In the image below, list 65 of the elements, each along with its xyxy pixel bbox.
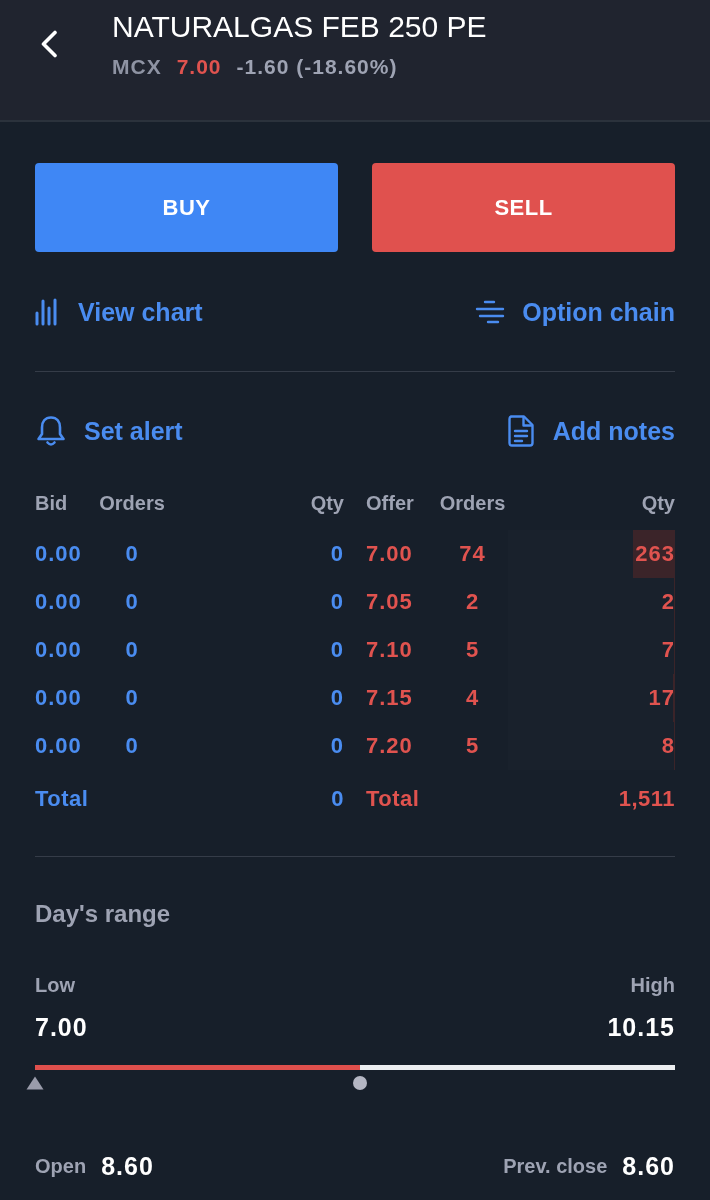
table-cell: 263 bbox=[635, 541, 675, 567]
table-cell: 0.00 bbox=[35, 541, 82, 567]
column-header: Orders bbox=[439, 491, 506, 515]
table-cell: 5 bbox=[465, 733, 480, 759]
back-icon[interactable] bbox=[40, 30, 58, 58]
table-cell: 0 bbox=[125, 685, 139, 711]
table-cell: 0.00 bbox=[35, 733, 82, 759]
buy-button[interactable]: BUY bbox=[35, 163, 338, 252]
table-cell: 0 bbox=[330, 637, 344, 663]
lines-icon bbox=[475, 300, 506, 324]
table-cell: 0 bbox=[125, 541, 139, 567]
table-cell: 2 bbox=[661, 589, 675, 615]
table-cell: 7.10 bbox=[366, 637, 413, 663]
bar-chart-icon bbox=[35, 298, 57, 326]
high-label: High bbox=[630, 973, 675, 997]
column-header: Qty bbox=[310, 491, 344, 515]
table-cell: 17 bbox=[648, 685, 675, 711]
table-cell: 0.00 bbox=[35, 637, 82, 663]
table-cell: 74 bbox=[459, 541, 486, 567]
stat-label: Open bbox=[35, 1154, 87, 1178]
circle-marker-icon bbox=[353, 1076, 368, 1090]
total-value: 0 bbox=[331, 786, 344, 812]
column-header: Bid bbox=[35, 491, 68, 515]
bell-icon bbox=[35, 415, 67, 447]
price-change: -1.60 (-18.60%) bbox=[236, 55, 398, 79]
table-cell: 0 bbox=[330, 589, 344, 615]
table-cell: 0 bbox=[125, 589, 139, 615]
table-cell: 7 bbox=[661, 637, 675, 663]
option-chain-link[interactable]: Option chain bbox=[475, 297, 675, 327]
exchange-label: MCX bbox=[112, 55, 162, 79]
table-cell: 7.00 bbox=[366, 541, 413, 567]
set-alert-link[interactable]: Set alert bbox=[35, 415, 183, 447]
stat-value: 8.60 bbox=[622, 1151, 675, 1181]
column-header: Orders bbox=[99, 491, 165, 515]
instrument-title: NATURALGAS FEB 250 PE bbox=[112, 9, 487, 45]
table-cell: 7.15 bbox=[366, 685, 413, 711]
stat-value: 8.60 bbox=[101, 1151, 154, 1181]
column-header: Offer bbox=[366, 491, 414, 515]
column-header: Qty bbox=[641, 491, 675, 515]
table-cell: 7.05 bbox=[366, 589, 413, 615]
table-cell: 0 bbox=[330, 733, 344, 759]
high-value: 10.15 bbox=[607, 1012, 675, 1042]
table-cell: 0 bbox=[125, 637, 139, 663]
table-cell: 7.20 bbox=[366, 733, 413, 759]
view-chart-link[interactable]: View chart bbox=[35, 297, 203, 327]
table-cell: 0.00 bbox=[35, 685, 82, 711]
table-cell: 4 bbox=[465, 685, 480, 711]
stat-label: Prev. close bbox=[503, 1154, 608, 1178]
table-cell: 0 bbox=[125, 733, 139, 759]
low-label: Low bbox=[35, 973, 75, 997]
table-cell: 0.00 bbox=[35, 589, 82, 615]
sell-button[interactable]: SELL bbox=[372, 163, 675, 252]
add-notes-link[interactable]: Add notes bbox=[507, 415, 675, 447]
low-value: 7.00 bbox=[35, 1012, 88, 1042]
total-label: Total bbox=[35, 786, 89, 812]
table-cell: 2 bbox=[465, 589, 480, 615]
total-value: 1,511 bbox=[618, 786, 675, 812]
table-cell: 8 bbox=[661, 733, 675, 759]
table-cell: 5 bbox=[465, 637, 480, 663]
last-price: 7.00 bbox=[176, 55, 222, 79]
section-title: Day's range bbox=[35, 899, 171, 929]
table-cell: 0 bbox=[330, 685, 344, 711]
total-label: Total bbox=[366, 786, 420, 812]
table-cell: 0 bbox=[330, 541, 344, 567]
document-icon bbox=[507, 415, 534, 447]
